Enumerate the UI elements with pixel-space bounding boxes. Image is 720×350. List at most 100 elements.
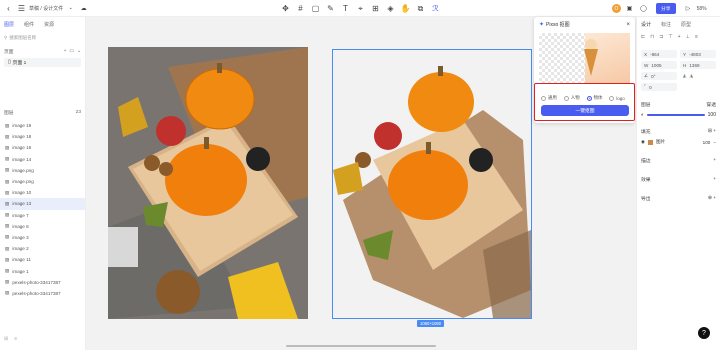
layer-item[interactable]: ▨ image 13 bbox=[0, 198, 85, 210]
layer-item[interactable]: ▨ pexels-photo-33417387 bbox=[0, 277, 85, 288]
tab-design[interactable]: 设计 bbox=[641, 21, 651, 28]
image-layer-icon: ▨ bbox=[5, 144, 10, 150]
layer-item[interactable]: ▨ image 14 bbox=[0, 154, 85, 165]
crosshair-tool-icon[interactable]: ⌖ bbox=[355, 3, 366, 14]
close-icon[interactable]: × bbox=[626, 22, 630, 28]
image-layer-icon: ▨ bbox=[5, 279, 10, 285]
cone-icon bbox=[584, 39, 598, 76]
w-field[interactable]: W 1005 bbox=[641, 61, 677, 69]
page-item[interactable]: ▯ 页面 1 bbox=[4, 58, 81, 67]
image-layer-icon: ▨ bbox=[5, 223, 10, 229]
list-icon[interactable]: ≡ bbox=[14, 336, 17, 342]
layer-item[interactable]: ▨ image 19 bbox=[0, 120, 85, 131]
text-tool-icon[interactable]: T bbox=[340, 3, 351, 14]
zoom-level[interactable]: 58% bbox=[697, 6, 707, 12]
align-center-icon[interactable]: ⊓ bbox=[650, 34, 654, 40]
radius-field[interactable]: ⌜ 0 bbox=[641, 83, 677, 91]
align-right-icon[interactable]: ⊐ bbox=[659, 34, 663, 40]
layer-section: 图层 穿透 bbox=[637, 99, 720, 110]
layer-item[interactable]: ▨ image.png bbox=[0, 176, 85, 187]
layer-item[interactable]: ▨ image 3 bbox=[0, 232, 85, 243]
collapse-icon[interactable]: ⌄ bbox=[77, 49, 81, 54]
stroke-section: 描边 + bbox=[637, 155, 720, 166]
crop-tool-icon[interactable]: ⧉ bbox=[415, 3, 426, 14]
layer-item[interactable]: ▨ image 2 bbox=[0, 243, 85, 254]
cutout-illustration bbox=[333, 66, 531, 318]
pen-tool-icon[interactable]: ✎ bbox=[325, 3, 336, 14]
menu-icon[interactable]: ☰ bbox=[16, 3, 27, 14]
effect-add-icon[interactable]: + bbox=[713, 177, 716, 182]
flip-field[interactable]: ◭ ◮ bbox=[680, 72, 716, 80]
original-photo[interactable] bbox=[108, 47, 308, 319]
plugin-title: Pixso 抠图 bbox=[546, 22, 570, 28]
horizontal-scrollbar[interactable] bbox=[286, 345, 436, 347]
layer-item[interactable]: ▨ image 10 bbox=[0, 187, 85, 198]
export-add-icon[interactable]: ⊕ + bbox=[708, 196, 716, 201]
frame-tool-icon[interactable]: # bbox=[295, 3, 306, 14]
rotation-field[interactable]: ∠ 0° bbox=[641, 72, 677, 80]
help-button[interactable]: ? bbox=[698, 327, 710, 339]
layer-item[interactable]: ▨ image 16 bbox=[0, 142, 85, 153]
flip-h-icon[interactable]: ◭ bbox=[683, 73, 687, 79]
stroke-add-icon[interactable]: + bbox=[713, 158, 716, 163]
top-toolbar: ‹ ☰ 草稿 / 设计文件 ⌄ ☁ ✥ # ▢ ✎ T ⌖ ⊞ ◈ ✋ ⧉ ℛ … bbox=[0, 0, 720, 17]
back-icon[interactable]: ‹ bbox=[3, 3, 14, 14]
align-bottom-icon[interactable]: ⊥ bbox=[686, 34, 690, 40]
component-tool-icon[interactable]: ⊞ bbox=[370, 3, 381, 14]
layer-item[interactable]: ▨ image 18 bbox=[0, 131, 85, 142]
image-layer-icon: ▨ bbox=[5, 167, 10, 173]
layer-item[interactable]: ▨ pexels-photo-33417387 bbox=[0, 288, 85, 299]
move-tool-icon[interactable]: ✥ bbox=[280, 3, 291, 14]
layer-item-label: image.png bbox=[12, 167, 34, 173]
rotation-value: 0° bbox=[651, 73, 656, 79]
add-page-icon[interactable]: + bbox=[64, 49, 67, 54]
layer-search-input[interactable]: ⚲ 搜索图层名称 bbox=[4, 34, 81, 42]
play-icon[interactable]: ▷ bbox=[683, 3, 694, 14]
layers-count: 23 bbox=[75, 110, 81, 115]
x-label-icon: X bbox=[644, 51, 648, 57]
align-top-icon[interactable]: ⊤ bbox=[668, 34, 672, 40]
folder-icon[interactable]: ▭ bbox=[69, 49, 74, 54]
h-label-icon: H bbox=[683, 62, 687, 68]
plugin-icon[interactable]: ℛ bbox=[430, 3, 441, 14]
fill-opacity[interactable]: 100 bbox=[703, 140, 711, 145]
y-field[interactable]: Y -4803 bbox=[680, 50, 716, 58]
opacity-value[interactable]: 100 bbox=[708, 112, 716, 118]
tab-components[interactable]: 组件 bbox=[24, 21, 34, 28]
fill-more-icon[interactable]: ⊞ + bbox=[708, 129, 716, 134]
align-left-icon[interactable]: ⊏ bbox=[641, 34, 645, 40]
breadcrumb[interactable]: 草稿 / 设计文件 bbox=[29, 5, 63, 12]
tab-annotate[interactable]: 标注 bbox=[661, 21, 671, 28]
cloud-icon: ☁ bbox=[80, 5, 87, 12]
rectangle-tool-icon[interactable]: ▢ bbox=[310, 3, 321, 14]
distribute-icon[interactable]: ≡ bbox=[695, 34, 698, 40]
fill-tool-icon[interactable]: ◈ bbox=[385, 3, 396, 14]
flip-v-icon[interactable]: ◮ bbox=[690, 73, 694, 79]
layer-item[interactable]: ▨ image 6 bbox=[0, 221, 85, 232]
blend-mode[interactable]: 穿透 bbox=[706, 101, 716, 108]
fill-type[interactable]: 图片 bbox=[656, 139, 665, 145]
layer-item[interactable]: ▨ image 1 bbox=[0, 265, 85, 276]
tab-layers[interactable]: 图层 bbox=[4, 21, 14, 28]
layer-item[interactable]: ▨ image.png bbox=[0, 165, 85, 176]
grid-icon[interactable]: ⊞ bbox=[4, 336, 8, 342]
image-layer-icon: ▨ bbox=[5, 290, 10, 296]
tab-assets[interactable]: 资源 bbox=[44, 21, 54, 28]
x-field[interactable]: X -864 bbox=[641, 50, 677, 58]
chevron-down-icon[interactable]: ⌄ bbox=[65, 3, 76, 14]
eye-icon[interactable]: ◉ bbox=[641, 139, 645, 145]
hand-tool-icon[interactable]: ✋ bbox=[400, 3, 411, 14]
avatar[interactable]: O bbox=[612, 4, 621, 13]
layer-item[interactable]: ▨ image 11 bbox=[0, 254, 85, 265]
layer-item[interactable]: ▨ image 7 bbox=[0, 210, 85, 221]
align-middle-icon[interactable]: + bbox=[678, 34, 681, 40]
selected-frame[interactable] bbox=[332, 49, 532, 319]
fill-remove-icon[interactable]: − bbox=[713, 140, 716, 145]
opacity-slider[interactable] bbox=[647, 114, 705, 116]
window-icon[interactable]: ▣ bbox=[624, 3, 635, 14]
h-field[interactable]: H 1369 bbox=[680, 61, 716, 69]
layer-item-label: image 19 bbox=[12, 123, 32, 129]
tab-prototype[interactable]: 原型 bbox=[681, 21, 691, 28]
notification-icon[interactable]: ◯ bbox=[638, 3, 649, 14]
share-button[interactable]: 分享 bbox=[656, 3, 676, 14]
